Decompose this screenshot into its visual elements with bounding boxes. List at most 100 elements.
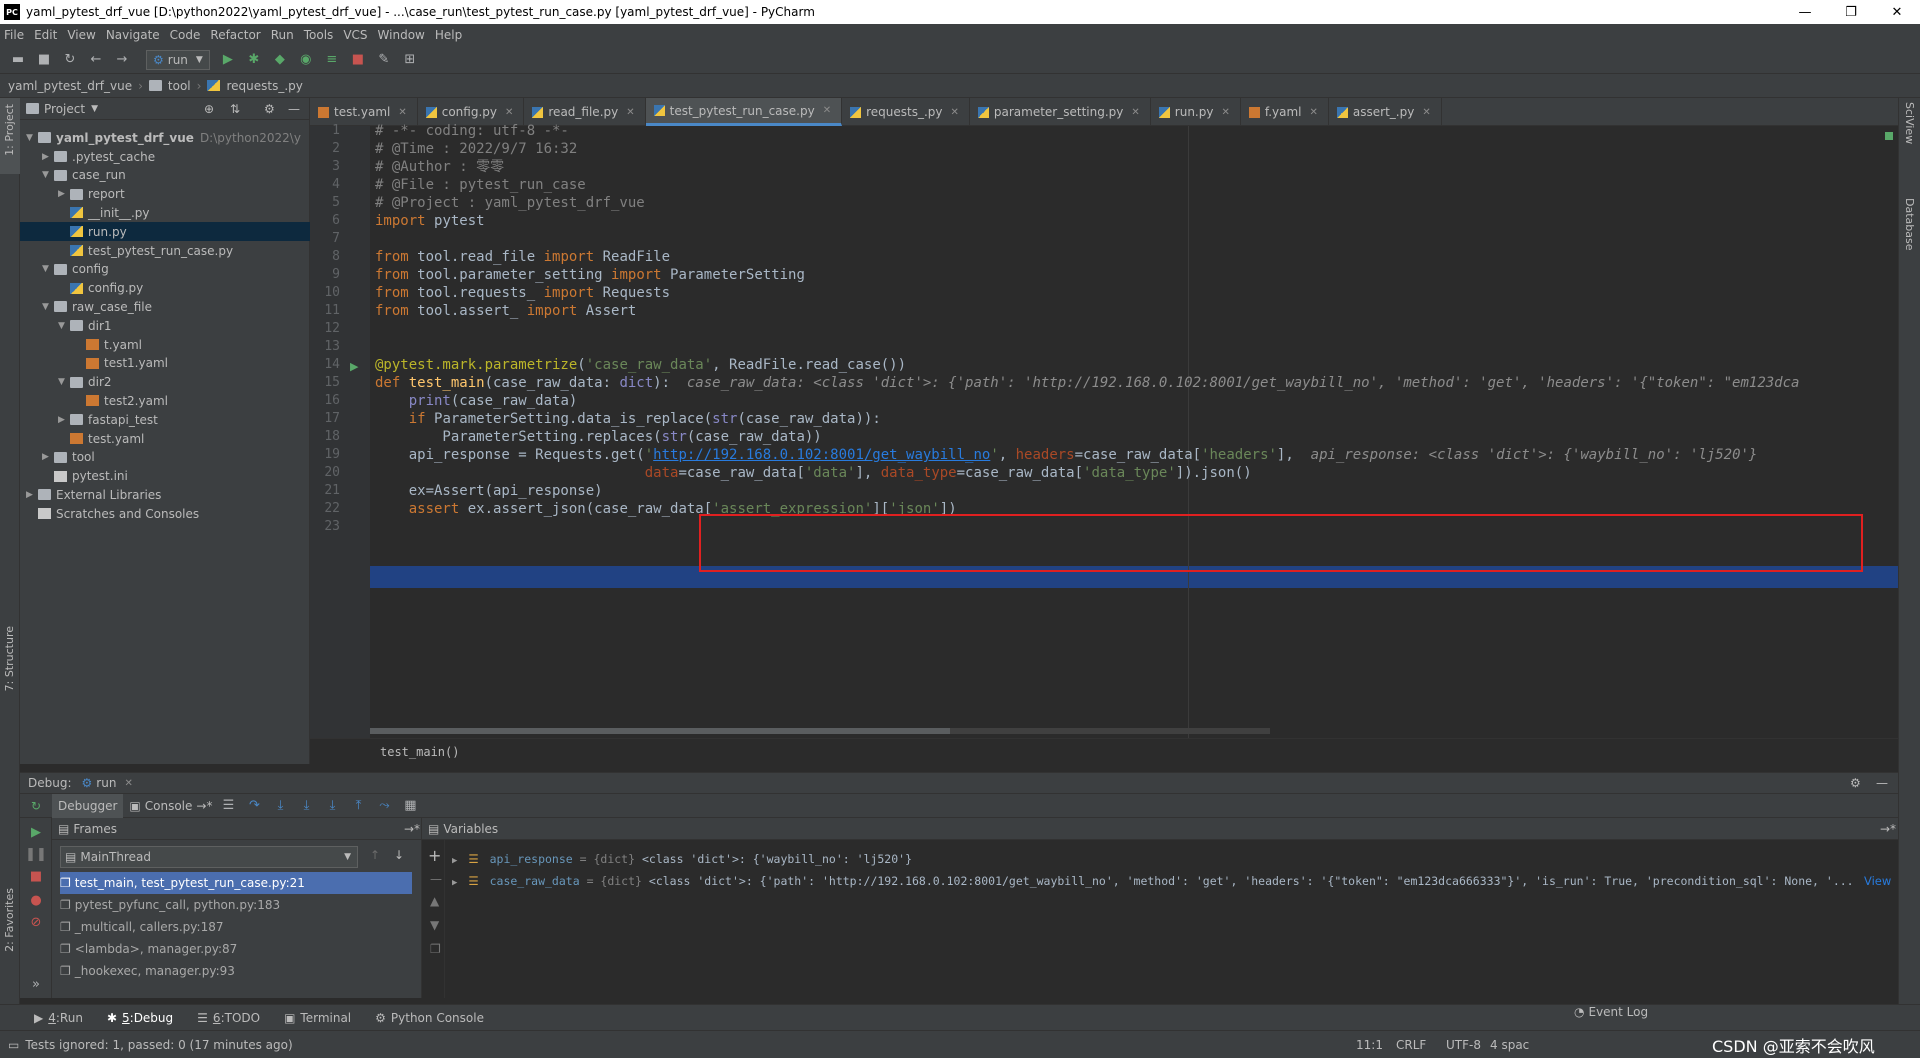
- collapse-icon[interactable]: ⇅: [230, 102, 240, 116]
- menu-window[interactable]: Window: [378, 28, 425, 42]
- database-strip-label[interactable]: Database: [1903, 198, 1916, 251]
- indent-setting[interactable]: 4 spac: [1490, 1038, 1529, 1052]
- chevron-down-icon[interactable]: ▼: [91, 104, 98, 114]
- close-icon[interactable]: ✕: [124, 778, 132, 789]
- frame-item[interactable]: ❐ _multicall, callers.py:187: [60, 916, 412, 938]
- bottom-tab-todo[interactable]: ☰ 6: TODO: [197, 1011, 260, 1025]
- menu-code[interactable]: Code: [170, 28, 201, 42]
- tab-parameter-setting-py[interactable]: parameter_setting.py ✕: [970, 98, 1151, 126]
- run-to-cursor-icon[interactable]: ⤳: [374, 796, 394, 816]
- tab-test-pytest-run-case-py[interactable]: test_pytest_run_case.py ✕: [645, 98, 843, 126]
- view-breakpoints-icon[interactable]: ●: [26, 890, 46, 910]
- tree-item--pytest-cache[interactable]: ▶ .pytest_cache: [20, 147, 310, 166]
- tree-item--init-py[interactable]: __init__.py: [20, 203, 310, 222]
- frame-item[interactable]: ❐ pytest_pyfunc_call, python.py:183: [60, 894, 412, 916]
- step-over-icon[interactable]: ↷: [244, 796, 264, 816]
- var-row-api-response[interactable]: ▶ ☰ api_response = {dict} <class 'dict'>…: [452, 848, 912, 870]
- run-gutter-icon[interactable]: ▶: [350, 360, 358, 373]
- horizontal-scrollbar-track[interactable]: [370, 728, 1270, 734]
- bottom-tab-run[interactable]: ▶ 4: Run: [34, 1011, 83, 1025]
- breadcrumb-function[interactable]: test_main(): [380, 745, 459, 759]
- debugger-tab[interactable]: Debugger: [52, 793, 124, 818]
- tree-item-external-libraries[interactable]: ▶ External Libraries: [20, 485, 310, 504]
- force-step-into-icon[interactable]: ⤓: [322, 796, 342, 816]
- debug-session-tab[interactable]: run: [96, 776, 116, 790]
- tab-requests-py[interactable]: requests_.py ✕: [842, 98, 970, 126]
- sync-icon[interactable]: ↻: [60, 50, 80, 70]
- menu-vcs[interactable]: VCS: [343, 28, 367, 42]
- expand-arrow-icon[interactable]: ▼: [42, 302, 54, 312]
- tree-item-scratches-and-consoles[interactable]: Scratches and Consoles: [20, 504, 310, 523]
- remove-watch-icon[interactable]: —: [430, 872, 442, 886]
- run-config-select[interactable]: ⚙ run ▼: [146, 49, 210, 70]
- concurrency-icon[interactable]: ≡: [322, 50, 342, 70]
- settings-wrench-icon[interactable]: ✎: [374, 50, 394, 70]
- gear-icon[interactable]: ⚙: [264, 102, 275, 116]
- tab-f-yaml[interactable]: f.yaml ✕: [1241, 98, 1329, 126]
- expand-arrow-icon[interactable]: ▼: [42, 170, 54, 180]
- expand-arrow-icon[interactable]: ▼: [58, 321, 70, 331]
- nav-file[interactable]: requests_.py: [226, 79, 302, 93]
- close-icon[interactable]: ✕: [505, 107, 513, 118]
- code-token[interactable]: http://192.168.0.102:8001/get_waybill_no: [653, 447, 990, 463]
- close-icon[interactable]: ✕: [1310, 107, 1318, 118]
- close-icon[interactable]: ✕: [951, 107, 959, 118]
- close-icon[interactable]: ✕: [1131, 107, 1139, 118]
- close-icon[interactable]: ✕: [626, 107, 634, 118]
- line-separator[interactable]: CRLF: [1396, 1038, 1426, 1052]
- tree-item-config[interactable]: ▼ config: [20, 260, 310, 279]
- coverage-icon[interactable]: ◆: [270, 50, 290, 70]
- add-watch-icon[interactable]: +: [428, 846, 441, 865]
- tree-item-case-run[interactable]: ▼ case_run: [20, 166, 310, 185]
- horizontal-scrollbar-thumb[interactable]: [370, 728, 950, 734]
- move-down-icon[interactable]: ▼: [430, 918, 439, 932]
- rerun-icon[interactable]: ↻: [20, 794, 52, 818]
- cursor-position[interactable]: 11:1: [1356, 1038, 1383, 1052]
- mute-breakpoints-icon[interactable]: ⊘: [26, 912, 46, 932]
- pin-icon[interactable]: →*: [1880, 822, 1896, 836]
- project-strip-label[interactable]: 1: Project: [3, 104, 16, 156]
- expand-arrow-icon[interactable]: ▼: [58, 377, 70, 387]
- show-execution-point-icon[interactable]: ☰: [218, 796, 238, 816]
- tree-item-fastapi-test[interactable]: ▶ fastapi_test: [20, 410, 310, 429]
- expand-arrow-icon[interactable]: ▶: [42, 152, 54, 162]
- hide-icon[interactable]: —: [288, 102, 300, 116]
- expand-arrow-icon[interactable]: ▼: [26, 133, 38, 143]
- profile-icon[interactable]: ◉: [296, 50, 316, 70]
- console-tab[interactable]: ▣ Console →*: [123, 794, 218, 818]
- tree-item-test-pytest-run-case-py[interactable]: test_pytest_run_case.py: [20, 241, 310, 260]
- thread-select[interactable]: ▤ MainThread ▼: [60, 846, 358, 868]
- move-up-icon[interactable]: ▲: [430, 894, 439, 908]
- menu-file[interactable]: File: [4, 28, 24, 42]
- project-panel-title[interactable]: Project: [44, 102, 85, 116]
- hide-icon[interactable]: —: [1876, 776, 1888, 790]
- bottom-tab-terminal[interactable]: ▣ Terminal: [284, 1011, 351, 1025]
- tree-root[interactable]: ▼ yaml_pytest_drf_vue D:\python2022\y: [26, 128, 301, 147]
- up-arrow-icon[interactable]: ↑: [370, 848, 380, 862]
- sciview-strip-label[interactable]: SciView: [1903, 102, 1916, 144]
- nav-folder[interactable]: tool: [168, 79, 191, 93]
- menu-refactor[interactable]: Refactor: [210, 28, 260, 42]
- stop-icon[interactable]: ■: [26, 866, 46, 886]
- close-icon[interactable]: ✕: [1422, 107, 1430, 118]
- close-icon[interactable]: ✕: [823, 105, 831, 116]
- tree-item-tool[interactable]: ▶ tool: [20, 448, 310, 467]
- debug-icon[interactable]: ✱: [244, 50, 264, 70]
- maximize-button[interactable]: ❐: [1828, 0, 1874, 24]
- menu-run[interactable]: Run: [271, 28, 294, 42]
- resume-icon[interactable]: ▶: [26, 822, 46, 842]
- tab-run-py[interactable]: run.py ✕: [1151, 98, 1241, 126]
- save-all-icon[interactable]: ■: [34, 50, 54, 70]
- inspection-ok-icon[interactable]: [1885, 132, 1893, 140]
- frame-item[interactable]: ❐ _hookexec, manager.py:93: [60, 960, 412, 982]
- back-icon[interactable]: ←: [86, 50, 106, 70]
- tree-item-test-yaml[interactable]: test.yaml: [20, 429, 310, 448]
- bottom-tab-python-console[interactable]: ⚙ Python Console: [375, 1011, 484, 1025]
- run-icon[interactable]: ▶: [218, 50, 238, 70]
- menu-edit[interactable]: Edit: [34, 28, 57, 42]
- copy-icon[interactable]: ❐: [430, 942, 441, 956]
- tree-item-dir2[interactable]: ▼ dir2: [20, 373, 310, 392]
- step-into-icon[interactable]: ⤓: [270, 796, 290, 816]
- tree-item-dir1[interactable]: ▼ dir1: [20, 316, 310, 335]
- open-folder-icon[interactable]: ▬: [8, 50, 28, 70]
